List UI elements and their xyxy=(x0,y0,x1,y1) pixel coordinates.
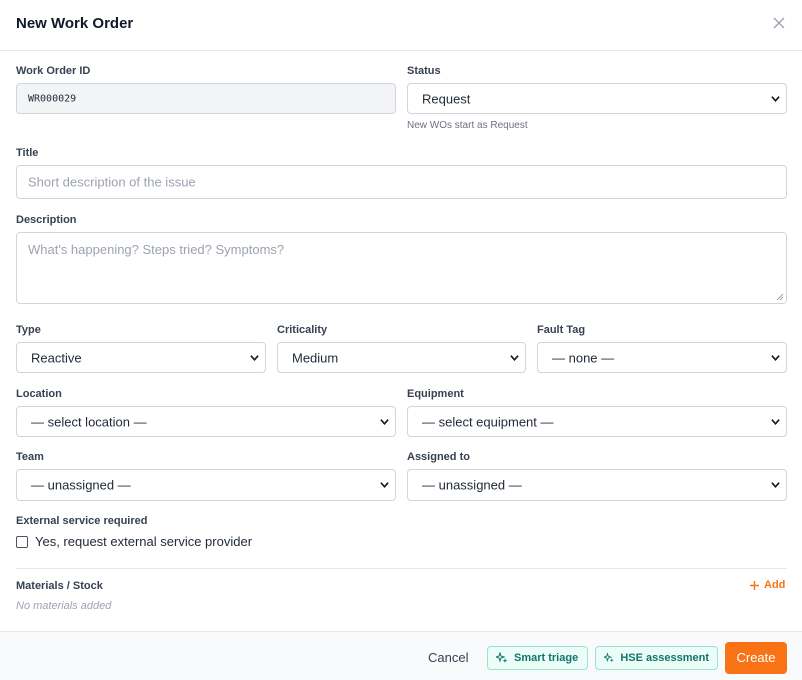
description-label: Description xyxy=(16,214,77,226)
criticality-value: Medium xyxy=(292,350,339,365)
cancel-button[interactable]: Cancel xyxy=(428,650,468,665)
assigned-to-value: — unassigned — xyxy=(422,477,522,493)
equipment-label: Equipment xyxy=(407,388,464,400)
work-order-id-value: WR000029 xyxy=(28,93,77,104)
external-service-checkbox-label[interactable]: Yes, request external service provider xyxy=(35,534,252,549)
criticality-select[interactable]: Medium xyxy=(277,342,526,373)
work-order-id-label: Work Order ID xyxy=(16,65,91,77)
location-label: Location xyxy=(16,388,62,400)
resize-handle-icon[interactable] xyxy=(776,293,784,301)
close-icon[interactable] xyxy=(770,14,788,32)
external-service-checkbox[interactable] xyxy=(16,536,28,548)
chevron-down-icon xyxy=(380,482,389,488)
chevron-down-icon xyxy=(771,95,780,102)
status-select[interactable]: Request xyxy=(407,83,787,114)
criticality-label: Criticality xyxy=(277,324,328,336)
add-material-button[interactable]: Add xyxy=(749,579,785,591)
smart-triage-button[interactable]: Smart triage xyxy=(487,646,588,670)
fault-tag-select[interactable]: — none — xyxy=(537,342,787,373)
chevron-down-icon xyxy=(771,482,780,488)
fault-tag-label: Fault Tag xyxy=(537,324,586,336)
materials-label: Materials / Stock xyxy=(16,580,103,592)
sparkles-icon xyxy=(496,652,508,663)
dialog-header: New Work Order xyxy=(0,0,802,51)
status-label: Status xyxy=(407,65,441,77)
plus-icon xyxy=(750,580,759,590)
location-value: — select location — xyxy=(31,414,147,429)
chevron-down-icon xyxy=(771,418,780,425)
work-order-id-field[interactable]: WR000029 xyxy=(16,83,396,114)
chevron-down-icon xyxy=(510,354,519,361)
equipment-select[interactable]: — select equipment — xyxy=(407,406,787,437)
chevron-down-icon xyxy=(380,418,389,425)
type-select[interactable]: Reactive xyxy=(16,342,266,373)
hse-assessment-label: HSE assessment xyxy=(620,652,709,664)
materials-empty-text: No materials added xyxy=(16,600,112,612)
section-divider xyxy=(16,568,787,569)
dialog-title: New Work Order xyxy=(16,15,134,32)
equipment-value: — select equipment — xyxy=(422,414,554,429)
add-material-label: Add xyxy=(764,579,786,591)
title-placeholder: Short description of the issue xyxy=(28,174,196,190)
team-label: Team xyxy=(16,451,44,463)
sparkles-icon xyxy=(604,652,614,663)
chevron-down-icon xyxy=(771,354,780,361)
team-value: — unassigned — xyxy=(31,477,131,493)
team-select[interactable]: — unassigned — xyxy=(16,469,396,501)
external-service-label: External service required xyxy=(16,515,148,527)
description-placeholder: What's happening? Steps tried? Symptoms? xyxy=(28,242,285,257)
assigned-to-select[interactable]: — unassigned — xyxy=(407,469,787,501)
title-label: Title xyxy=(16,147,39,159)
description-textarea[interactable]: What's happening? Steps tried? Symptoms? xyxy=(16,232,787,304)
type-value: Reactive xyxy=(31,350,82,365)
title-input[interactable]: Short description of the issue xyxy=(16,165,787,199)
fault-tag-value: — none — xyxy=(552,350,615,365)
smart-triage-label: Smart triage xyxy=(514,652,579,664)
chevron-down-icon xyxy=(250,354,259,361)
type-label: Type xyxy=(16,324,41,336)
status-hint: New WOs start as Request xyxy=(407,120,528,131)
create-button[interactable]: Create xyxy=(725,642,787,674)
hse-assessment-button[interactable]: HSE assessment xyxy=(595,646,718,670)
status-value: Request xyxy=(422,91,471,106)
assigned-to-label: Assigned to xyxy=(407,451,470,463)
location-select[interactable]: — select location — xyxy=(16,406,396,437)
